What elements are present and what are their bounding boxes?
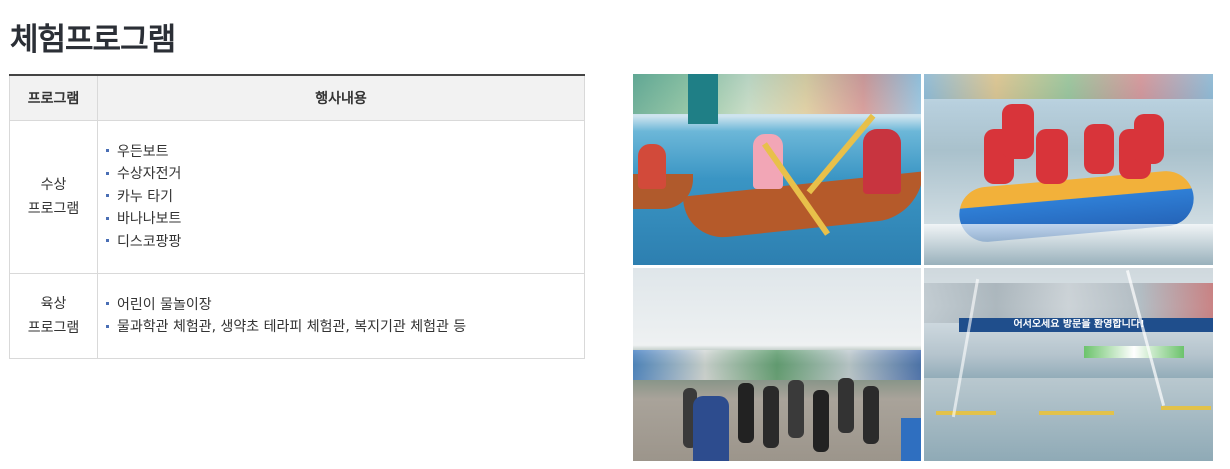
bullet-icon — [106, 239, 109, 243]
items-list: 어린이 물놀이장 물과학관 체험관, 생약초 테라피 체험관, 복지기관 체험관… — [106, 294, 583, 339]
item-text: 수상자전거 — [117, 166, 182, 183]
table-row: 수상 프로그램 우든보트 수상자전거 카누 타기 바나나보트 디스코팡팡 — [9, 120, 585, 274]
table-header-row: 프로그램 행사내용 — [9, 74, 585, 121]
category-line: 프로그램 — [27, 320, 80, 336]
program-table: 프로그램 행사내용 수상 프로그램 우든보트 수상자전거 카누 타기 바나나보트… — [9, 74, 585, 359]
item-text: 우든보트 — [117, 143, 169, 160]
category-line: 프로그램 — [27, 201, 80, 217]
items-cell: 어린이 물놀이장 물과학관 체험관, 생약초 테라피 체험관, 복지기관 체험관… — [97, 273, 585, 359]
item-text: 카누 타기 — [117, 188, 173, 205]
tube-photo — [924, 74, 1213, 265]
header-content: 행사내용 — [97, 74, 585, 121]
canoe-photo — [633, 74, 921, 265]
list-item: 어린이 물놀이장 — [106, 294, 583, 317]
list-item: 우든보트 — [106, 141, 583, 164]
category-line: 수상 — [40, 177, 67, 193]
item-text: 물과학관 체험관, 생약초 테라피 체험관, 복지기관 체험관 등 — [117, 319, 467, 335]
items-list: 우든보트 수상자전거 카누 타기 바나나보트 디스코팡팡 — [106, 141, 583, 254]
bullet-icon — [106, 149, 109, 153]
item-text: 바나나보트 — [117, 211, 182, 228]
category-line: 육상 — [40, 296, 67, 312]
category-cell: 수상 프로그램 — [9, 120, 98, 274]
category-cell: 육상 프로그램 — [9, 273, 98, 359]
fountain-photo: 어서오세요 방문을 환영합니다! — [924, 268, 1213, 461]
item-text: 어린이 물놀이장 — [117, 296, 212, 313]
list-item: 물과학관 체험관, 생약초 테라피 체험관, 복지기관 체험관 등 — [106, 316, 583, 339]
items-cell: 우든보트 수상자전거 카누 타기 바나나보트 디스코팡팡 — [97, 120, 585, 274]
bullet-icon — [106, 171, 109, 175]
bullet-icon — [106, 302, 109, 305]
bullet-icon — [106, 324, 109, 328]
header-program: 프로그램 — [9, 74, 98, 121]
list-item: 바나나보트 — [106, 208, 583, 231]
banner-text: 어서오세요 방문을 환영합니다! — [1013, 319, 1145, 330]
table-row: 육상 프로그램 어린이 물놀이장 물과학관 체험관, 생약초 테라피 체험관, … — [9, 273, 585, 359]
list-item: 디스코팡팡 — [106, 231, 583, 254]
bullet-icon — [106, 194, 109, 198]
list-item: 수상자전거 — [106, 163, 583, 186]
bullet-icon — [106, 216, 109, 220]
page-title: 체험프로그램 — [10, 22, 176, 58]
crowd-photo — [633, 268, 921, 461]
list-item: 카누 타기 — [106, 186, 583, 209]
item-text: 디스코팡팡 — [117, 233, 182, 250]
